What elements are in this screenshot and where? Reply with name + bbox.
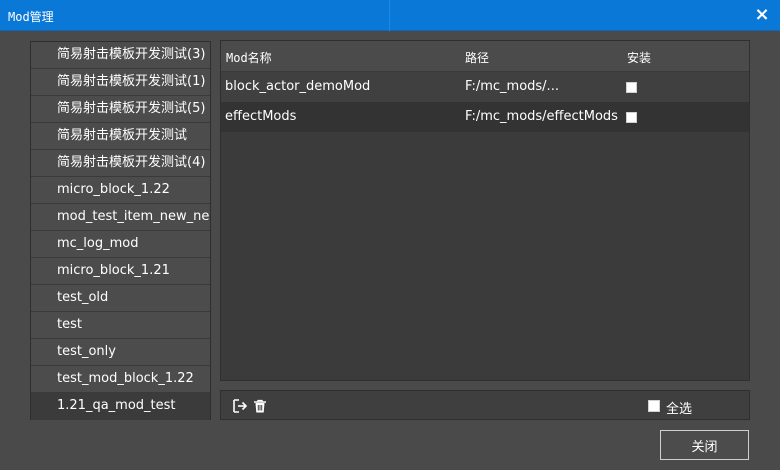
mod-list-item[interactable]: 简易射击模板开发测试 (31, 123, 210, 150)
mod-list-item[interactable]: 简易射击模板开发测试(5) (31, 96, 210, 123)
column-header-install: 安装 (627, 51, 652, 65)
window-title: Mod管理 (8, 10, 54, 24)
column-header-path: 路径 (465, 51, 490, 65)
mod-list-item[interactable]: 简易射击模板开发测试(4) (31, 150, 210, 177)
install-checkbox[interactable] (626, 112, 637, 123)
mod-list-item[interactable]: test_mod_block_1.22 (31, 366, 210, 393)
title-bar: Mod管理 × (0, 0, 780, 31)
select-all-checkbox[interactable] (648, 400, 660, 412)
select-all-label: 全选 (666, 402, 693, 417)
mod-table: Mod名称 路径 安装 block_actor_demoMod F:/mc_mo… (220, 40, 750, 381)
close-button[interactable]: 关闭 (660, 430, 749, 460)
mod-list-panel: 简易射击模板开发测试(3) 简易射击模板开发测试(1) 简易射击模板开发测试(5… (30, 41, 211, 420)
mod-list-item[interactable]: test (31, 312, 210, 339)
install-checkbox[interactable] (626, 82, 637, 93)
mod-name-cell: effectMods (225, 109, 297, 124)
table-row[interactable]: effectMods F:/mc_mods/effectMods (221, 102, 749, 132)
export-icon[interactable] (232, 398, 248, 414)
table-toolbar: 全选 (220, 390, 750, 420)
mod-list-item[interactable]: mod_test_item_new_new (31, 204, 210, 231)
title-separator (389, 0, 390, 31)
mod-list-item[interactable]: micro_block_1.22 (31, 177, 210, 204)
mod-list-item[interactable]: 简易射击模板开发测试(3) (31, 42, 210, 69)
mod-list-item[interactable]: 简易射击模板开发测试(1) (31, 69, 210, 96)
mod-path-cell: F:/mc_mods/effectMods (465, 109, 618, 124)
table-row[interactable]: block_actor_demoMod F:/mc_mods/... (221, 72, 749, 102)
mod-path-cell: F:/mc_mods/... (465, 79, 559, 94)
mod-list-item[interactable]: test_old (31, 285, 210, 312)
window-close-icon[interactable]: × (750, 3, 774, 27)
table-header: Mod名称 路径 安装 (221, 41, 749, 72)
mod-list-item[interactable]: 1.21_qa_mod_test (31, 393, 210, 420)
trash-icon[interactable] (252, 398, 268, 414)
mod-list-item[interactable]: test_only (31, 339, 210, 366)
column-header-name: Mod名称 (226, 51, 272, 65)
mod-list-item[interactable]: micro_block_1.21 (31, 258, 210, 285)
mod-list-item[interactable]: mc_log_mod (31, 231, 210, 258)
mod-name-cell: block_actor_demoMod (225, 79, 371, 94)
